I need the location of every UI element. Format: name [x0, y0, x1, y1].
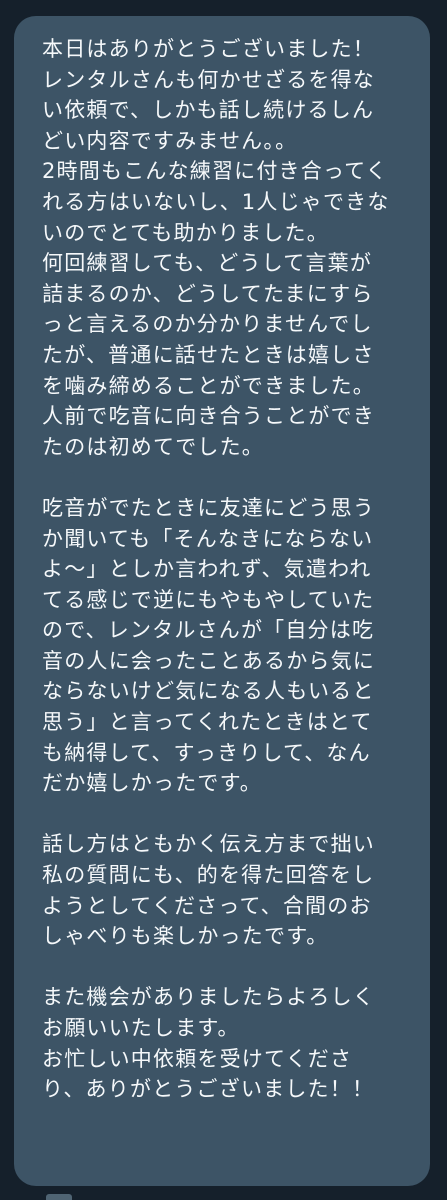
paragraph-spacer: [42, 952, 410, 983]
dm-conversation-screen: 本日はありがとうございました！ レンタルさんも何かせざるを得な い依頼で、しかも…: [0, 0, 447, 1200]
paragraph-spacer: [42, 462, 410, 493]
message-paragraph-4: また機会がありましたらよろしく お願いいたします。 お忙しい中依頼を受けてくださ…: [42, 985, 375, 1102]
next-message-fragment: [46, 1194, 72, 1200]
message-paragraph-2: 吃音がでたときに友達にどう思う か聞いても「そんなきにならない よ〜」としか言わ…: [42, 495, 375, 796]
message-paragraph-3: 話し方はともかく伝え方まで拙い 私の質問にも、的を得た回答をし ようとしてくださ…: [42, 832, 375, 949]
received-message-bubble[interactable]: 本日はありがとうございました！ レンタルさんも何かせざるを得な い依頼で、しかも…: [14, 16, 430, 1186]
paragraph-spacer: [42, 799, 410, 830]
message-paragraph-1: 本日はありがとうございました！ レンタルさんも何かせざるを得な い依頼で、しかも…: [42, 37, 390, 459]
next-message-edge: [14, 1190, 94, 1200]
